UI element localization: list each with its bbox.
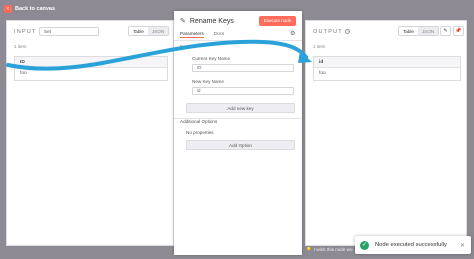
back-to-canvas-label: Back to canvas [15,6,56,12]
output-view-toggle: Table JSON [398,26,440,36]
input-data-table: ID foo [14,56,168,81]
execute-node-button[interactable]: Execute node [259,16,296,26]
node-title[interactable]: Rename Keys [190,18,234,25]
current-key-label: Current Key Name [192,56,231,61]
toast-message: Node executed successfully [375,242,447,248]
tab-docs[interactable]: Docs [214,31,224,38]
output-column-header: id [314,57,460,68]
feedback-text: I wish this node wo [313,247,353,252]
pin-output-button[interactable]: 📌 [453,26,464,36]
gear-icon[interactable]: ⚙ [290,30,295,37]
pencil-icon: ✎ [443,28,448,34]
back-arrow-icon: ‹ [4,5,12,13]
pin-icon: 📌 [455,28,462,34]
output-json-view-button[interactable]: JSON [417,27,439,35]
output-panel: OUTPUT i Table JSON ✎ 📌 1 item id foo [305,20,467,246]
close-icon[interactable]: ✕ [460,242,465,249]
success-toast: ✓ Node executed successfully ✕ [355,236,471,254]
rename-node-icon: ✎ [180,18,186,25]
input-table-view-button[interactable]: Table [129,27,148,35]
input-item-count: 1 item [14,44,27,49]
output-data-table: id foo [313,56,461,81]
output-panel-title-text: OUTPUT [313,29,343,35]
current-key-input[interactable]: ID [192,64,294,72]
info-icon: i [345,29,351,35]
input-panel-title: INPUT [14,29,37,35]
node-settings-modal: ✎ Rename Keys Execute node Parameters Do… [174,11,302,255]
add-option-button[interactable]: Add Option [186,140,295,150]
input-node-select-value: Set [44,29,51,34]
input-panel: INPUT Set Table JSON 1 item ID foo [6,20,174,246]
new-key-label: New Key Name [192,79,224,84]
input-view-toggle: Table JSON [128,26,170,36]
output-table-cell: foo [319,71,326,76]
tabs-divider [174,40,302,41]
input-json-view-button[interactable]: JSON [147,27,169,35]
check-circle-icon: ✓ [360,240,369,250]
back-to-canvas-link[interactable]: ‹ Back to canvas [4,3,55,15]
lightbulb-icon: 💡 [306,247,312,252]
output-table-view-button[interactable]: Table [399,27,418,35]
no-properties-text: No properties [186,130,214,135]
input-table-cell: foo [20,71,27,76]
new-key-input[interactable]: id [192,87,294,95]
edit-output-button[interactable]: ✎ [440,26,451,36]
input-column-header: ID [15,57,167,68]
feedback-link[interactable]: 💡 I wish this node wo [306,247,353,253]
additional-options-label: Additional Options [180,119,218,124]
output-item-count: 1 item [313,44,326,49]
add-new-key-button[interactable]: Add new key [186,103,295,113]
node-header: ✎ Rename Keys [180,17,234,26]
output-panel-title: OUTPUT i [313,29,351,35]
node-tabs: Parameters Docs [180,31,224,38]
tab-parameters[interactable]: Parameters [180,31,204,38]
input-node-select[interactable]: Set [39,27,99,36]
keys-label: Keys [180,44,191,49]
